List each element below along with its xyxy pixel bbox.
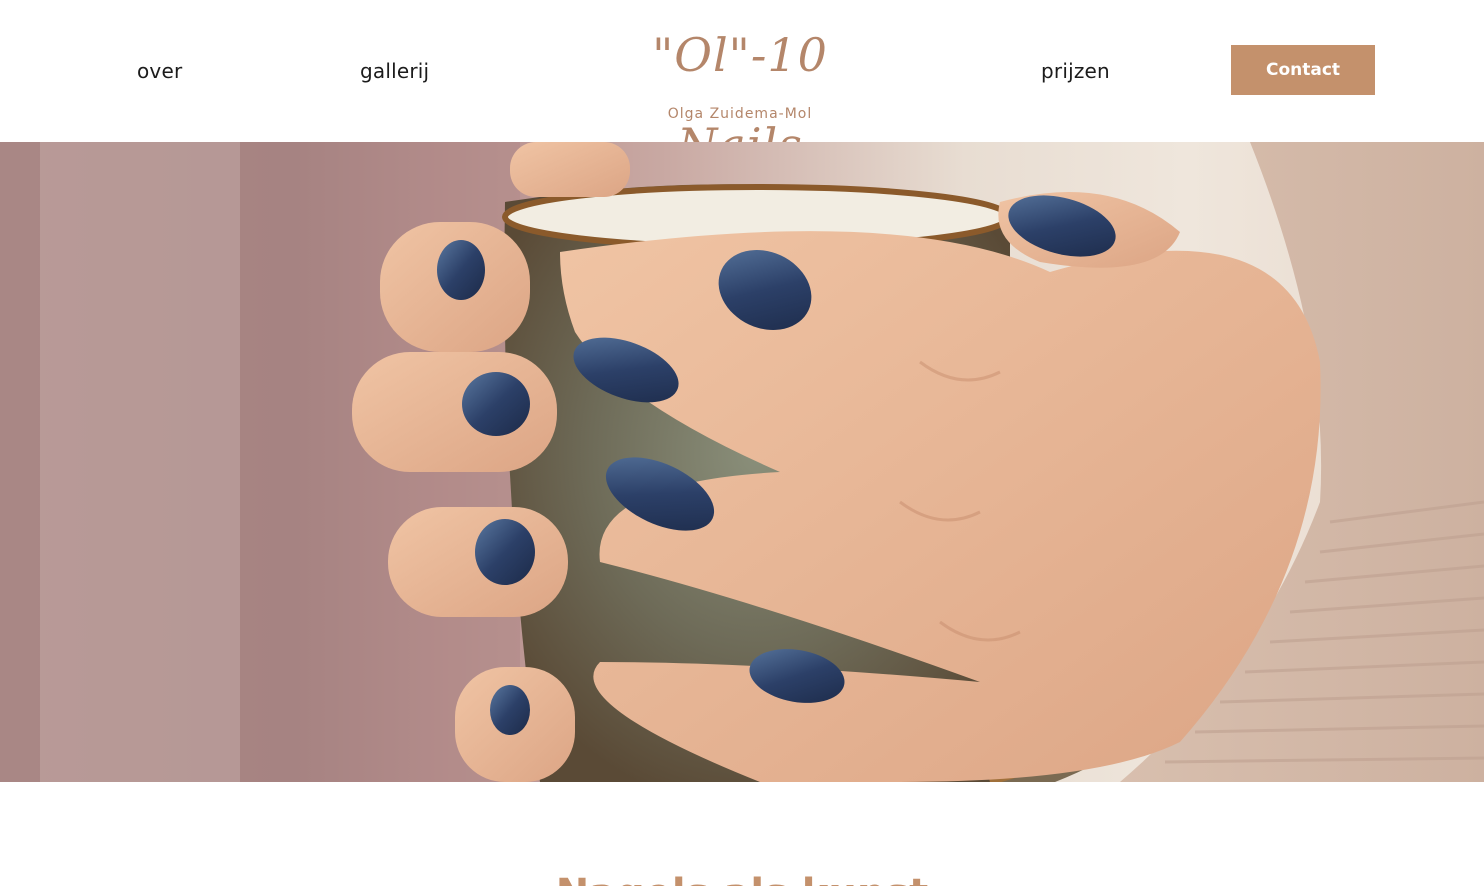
section-heading: Nagels als kunst bbox=[0, 870, 1484, 886]
nav-link-gallerij[interactable]: gallerij bbox=[360, 59, 429, 83]
page: over gallerij "Ol"-10 Nails Olga Zuidema… bbox=[0, 0, 1484, 886]
site-logo[interactable]: "Ol"-10 Nails Olga Zuidema-Mol bbox=[615, 10, 865, 172]
hero-photo-illustration bbox=[0, 142, 1484, 782]
logo-subtitle: Olga Zuidema-Mol bbox=[667, 106, 813, 122]
nav-link-over[interactable]: over bbox=[137, 59, 182, 83]
contact-button[interactable]: Contact bbox=[1231, 45, 1375, 95]
nav-link-prijzen[interactable]: prijzen bbox=[1041, 59, 1110, 83]
site-header: over gallerij "Ol"-10 Nails Olga Zuidema… bbox=[0, 0, 1484, 172]
hero-image bbox=[0, 142, 1484, 782]
